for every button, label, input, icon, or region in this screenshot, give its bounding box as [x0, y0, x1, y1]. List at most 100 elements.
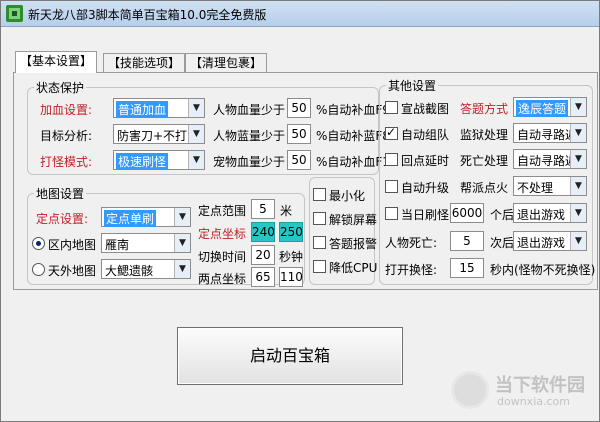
answer-alarm-label: 答题报警: [329, 237, 378, 251]
daily-kill-count-input[interactable]: 6000: [450, 203, 484, 223]
fight-mode-combo[interactable]: 极速刷怪 ▼: [113, 150, 205, 170]
tab-clean-bag[interactable]: 【清理包裹】: [185, 53, 268, 73]
daily-kill-action-combo[interactable]: 退出游戏 ▼: [513, 203, 587, 223]
minimize-checkbox[interactable]: [313, 188, 326, 201]
app-window: 新天龙八部3脚本简单百宝箱10.0完全免费版 【基本设置】 【技能选项】 【清理…: [0, 0, 600, 422]
char-death-count-input[interactable]: 5: [450, 231, 484, 251]
watermark: 当下软件园 downxia.com: [451, 369, 591, 413]
window-title: 新天龙八部3脚本简单百宝箱10.0完全免费版: [28, 8, 267, 22]
auto-levelup-checkbox[interactable]: [385, 180, 398, 193]
war-screenshot-checkbox[interactable]: [385, 101, 398, 114]
unlock-screen-label: 解锁屏幕: [329, 213, 378, 227]
two-point-x-input[interactable]: 65: [251, 267, 275, 287]
answer-alarm-checkbox[interactable]: [313, 236, 326, 249]
app-icon: [6, 5, 23, 22]
group-title-map: 地图设置: [34, 185, 87, 202]
switch-time-unit: 秒钟: [279, 250, 304, 264]
watermark-logo-icon: [451, 371, 489, 409]
char-death-action-combo[interactable]: 退出游戏 ▼: [513, 231, 587, 251]
lower-cpu-checkbox[interactable]: [313, 260, 326, 273]
chevron-down-icon[interactable]: ▼: [174, 208, 190, 226]
outside-map-combo[interactable]: 大鳃遗骸 ▼: [101, 259, 191, 279]
point-range-unit: 米: [280, 204, 293, 218]
chevron-down-icon[interactable]: ▼: [188, 151, 204, 169]
daily-kill-after-label: 个后: [490, 208, 515, 222]
chevron-down-icon[interactable]: ▼: [570, 232, 586, 250]
hp-threshold-label: 人物血量少于: [213, 103, 286, 117]
char-death-after-label: 次后: [490, 236, 515, 250]
watermark-subtext: downxia.com: [497, 395, 570, 408]
switch-time-input[interactable]: 20: [251, 245, 275, 265]
death-handling-combo[interactable]: 自动寻路返 ▼: [513, 149, 587, 169]
answer-method-combo[interactable]: 逸辰答题 ▼: [513, 97, 587, 117]
point-setting-label: 定点设置:: [36, 212, 89, 226]
auto-team-label: 自动组队: [401, 128, 450, 142]
group-title-status: 状态保护: [34, 79, 87, 96]
pet-hp-threshold-label: 宠物血量少于: [213, 155, 286, 169]
auto-team-checkbox[interactable]: [385, 125, 398, 140]
switch-time-label: 切换时间: [198, 250, 247, 264]
chevron-down-icon[interactable]: ▼: [188, 99, 204, 117]
chevron-down-icon[interactable]: ▼: [570, 150, 586, 168]
target-analysis-label: 目标分析:: [40, 129, 93, 143]
mp-threshold-input[interactable]: 50: [287, 124, 311, 144]
daily-kill-checkbox[interactable]: [385, 207, 398, 220]
lower-cpu-label: 降低CPU: [329, 261, 378, 275]
auto-levelup-label: 自动升级: [401, 181, 450, 195]
title-bar[interactable]: 新天龙八部3脚本简单百宝箱10.0完全免费版: [1, 1, 599, 27]
chevron-down-icon[interactable]: ▼: [174, 260, 190, 278]
char-death-label: 人物死亡:: [385, 236, 438, 250]
monster-switch-suffix: 秒内(怪物不死换怪): [490, 263, 596, 277]
guild-fire-label: 帮派点火: [460, 181, 509, 195]
minimize-label: 最小化: [329, 189, 366, 203]
heal-setting-label: 加血设置:: [40, 103, 93, 117]
point-setting-combo[interactable]: 定点单刷 ▼: [101, 207, 191, 227]
answer-method-label: 答题方式: [460, 102, 509, 116]
chevron-down-icon[interactable]: ▼: [570, 124, 586, 142]
pet-hp-threshold-input[interactable]: 50: [287, 150, 311, 170]
group-title-other: 其他设置: [386, 77, 439, 94]
death-handling-label: 死亡处理: [460, 154, 509, 168]
point-coord-y-input[interactable]: 250: [279, 222, 303, 242]
outside-map-label: 天外地图: [48, 264, 97, 278]
mp-threshold-label: 人物蓝量少于: [213, 129, 286, 143]
return-delay-label: 回点延时: [401, 154, 450, 168]
chevron-down-icon[interactable]: ▼: [570, 204, 586, 222]
chevron-down-icon[interactable]: ▼: [570, 98, 586, 116]
radio-outside-map[interactable]: [32, 263, 45, 276]
unlock-screen-checkbox[interactable]: [313, 212, 326, 225]
point-range-label: 定点范围: [198, 204, 247, 218]
tab-skill-options[interactable]: 【技能选项】: [103, 53, 186, 73]
heal-setting-combo[interactable]: 普通加血 ▼: [113, 98, 205, 118]
monster-switch-label: 打开换怪:: [385, 263, 438, 277]
prison-handling-label: 监狱处理: [460, 128, 509, 142]
watermark-text: 当下软件园: [495, 375, 585, 396]
inside-map-label: 区内地图: [48, 238, 97, 252]
hp-threshold-input[interactable]: 50: [287, 98, 311, 118]
two-point-y-input[interactable]: 110: [279, 267, 303, 287]
misc-options-group: 最小化 解锁屏幕 答题报警 降低CPU: [309, 177, 378, 285]
monster-switch-seconds-input[interactable]: 15: [450, 258, 484, 278]
tab-basic-settings[interactable]: 【基本设置】: [15, 51, 98, 73]
other-settings-group: 其他设置 宣战截图 答题方式 逸辰答题 ▼ 自动组队 监狱处理 自动寻路返 ▼ …: [379, 77, 596, 285]
war-screenshot-label: 宣战截图: [401, 102, 450, 116]
daily-kill-label: 当日刷怪: [401, 208, 450, 222]
chevron-down-icon[interactable]: ▼: [570, 177, 586, 195]
radio-inside-map[interactable]: [32, 237, 45, 250]
status-protection-group: 状态保护 加血设置: 普通加血 ▼ 人物血量少于 50 %自动补血F9 目标分析…: [27, 79, 398, 175]
prison-handling-combo[interactable]: 自动寻路返 ▼: [513, 123, 587, 143]
chevron-down-icon[interactable]: ▼: [188, 125, 204, 143]
point-range-input[interactable]: 5: [251, 199, 275, 219]
guild-fire-combo[interactable]: 不处理 ▼: [513, 176, 587, 196]
tab-panel-basic: 状态保护 加血设置: 普通加血 ▼ 人物血量少于 50 %自动补血F9 目标分析…: [13, 72, 598, 290]
return-delay-checkbox[interactable]: [385, 153, 398, 166]
start-button[interactable]: 启动百宝箱: [177, 327, 403, 385]
point-coord-label: 定点坐标: [198, 227, 247, 241]
target-analysis-combo[interactable]: 防害刀+不打 ▼: [113, 124, 205, 144]
two-point-coord-label: 两点坐标: [198, 272, 247, 286]
fight-mode-label: 打怪模式:: [40, 155, 93, 169]
map-settings-group: 地图设置 定点设置: 定点单刷 ▼ 区内地图 雁南 ▼ 天外地图 大鳃遗骸 ▼ …: [27, 185, 305, 287]
point-coord-x-input[interactable]: 240: [251, 222, 275, 242]
chevron-down-icon[interactable]: ▼: [174, 234, 190, 252]
inside-map-combo[interactable]: 雁南 ▼: [101, 233, 191, 253]
